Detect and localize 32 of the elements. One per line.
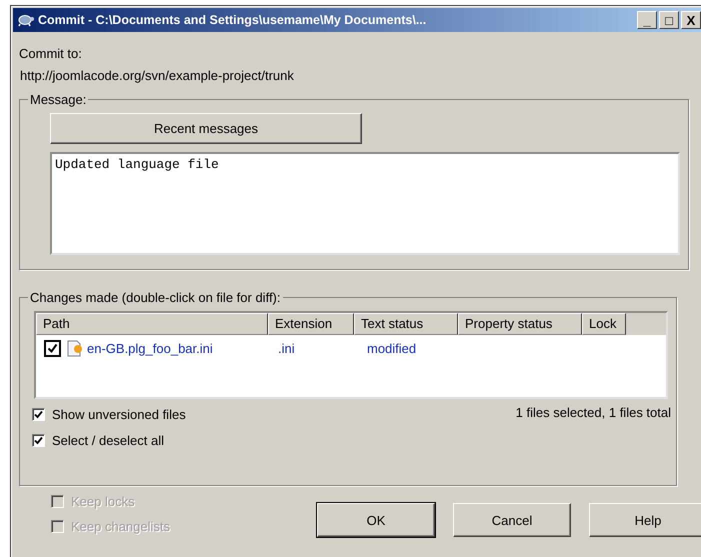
checkmark-icon (34, 436, 43, 445)
checkbox-label: Select / deselect all (52, 433, 164, 448)
commit-to-label: Commit to: (19, 46, 83, 63)
checkbox[interactable] (44, 340, 61, 356)
file-icon (66, 339, 83, 357)
text-status: modified (366, 340, 418, 356)
group-label: Changes made (double-click on file for diff): (29, 290, 282, 305)
selection-summary: 1 files selected, 1 files total (516, 405, 671, 422)
turtle-icon (17, 13, 35, 27)
close-button[interactable]: X (681, 11, 701, 29)
checkbox[interactable] (32, 408, 45, 421)
ok-button[interactable]: OK (317, 503, 435, 537)
recent-messages-button[interactable]: Recent messages (50, 113, 362, 144)
checkbox-label: Show unversioned files (52, 407, 186, 422)
maximize-button[interactable]: □ (659, 11, 679, 29)
help-button[interactable]: Help (589, 503, 701, 537)
checkmark-icon (34, 410, 43, 419)
column-header[interactable]: Extension (268, 313, 354, 335)
column-header[interactable]: Property status (458, 313, 582, 335)
message-field[interactable]: Updated language file (50, 152, 680, 255)
file-path: en-GB.plg_foo_bar.ini (86, 340, 214, 356)
minimize-button[interactable]: _ (637, 11, 657, 29)
file-extension: .ini (277, 340, 296, 356)
column-header[interactable]: Lock (582, 313, 626, 335)
checkbox[interactable] (32, 434, 45, 447)
cancel-button[interactable]: Cancel (453, 503, 571, 537)
checkmark-icon (47, 342, 58, 354)
column-header[interactable]: Text status (354, 313, 458, 335)
window-title: Commit - C:\Documents and Settings\usemame\My Documents\... (38, 13, 426, 27)
repository-url: http://joomlacode.org/svn/example-project/trunk (19, 68, 295, 85)
column-header[interactable]: Path (36, 313, 268, 335)
group-label: Message: (29, 92, 88, 107)
